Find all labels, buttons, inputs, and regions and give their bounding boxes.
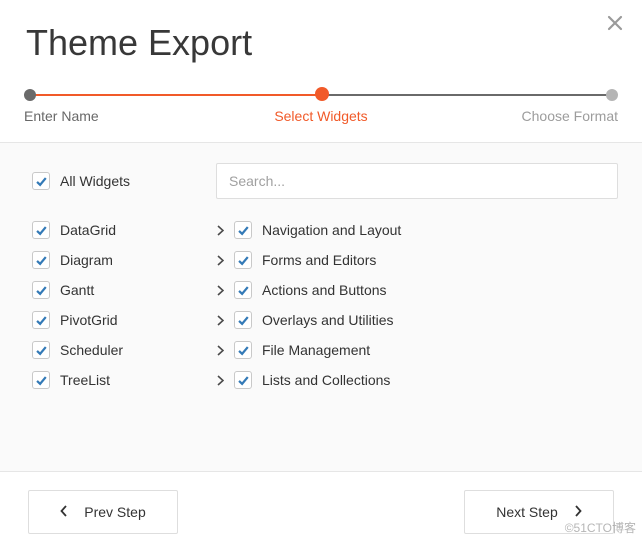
all-widgets-row: All Widgets (32, 163, 192, 199)
group-row: Overlays and Utilities (216, 305, 618, 335)
chevron-right-icon[interactable] (216, 375, 224, 386)
list-item: PivotGrid (32, 305, 192, 335)
step-label-enter-name[interactable]: Enter Name (24, 108, 99, 124)
checkbox-datagrid[interactable] (32, 221, 50, 239)
next-step-button[interactable]: Next Step (464, 490, 614, 534)
widget-label: Scheduler (60, 342, 123, 358)
checkbox-treelist[interactable] (32, 371, 50, 389)
widget-label: DataGrid (60, 222, 116, 238)
list-item: Gantt (32, 275, 192, 305)
footer: Prev Step Next Step (0, 472, 642, 534)
chevron-left-icon (60, 504, 68, 520)
checkbox-gantt[interactable] (32, 281, 50, 299)
stepper: Enter Name Select Widgets Choose Format (24, 86, 618, 134)
step-label-select-widgets[interactable]: Select Widgets (274, 108, 367, 124)
widget-label: Gantt (60, 282, 94, 298)
checkbox-navigation-and-layout[interactable] (234, 221, 252, 239)
close-icon[interactable] (606, 14, 624, 32)
step-node-choose-format[interactable] (606, 89, 618, 101)
all-widgets-label: All Widgets (60, 173, 130, 189)
dialog-title: Theme Export (0, 0, 642, 86)
list-item: TreeList (32, 365, 192, 395)
chevron-right-icon[interactable] (216, 225, 224, 236)
group-row: File Management (216, 335, 618, 365)
chevron-right-icon[interactable] (216, 255, 224, 266)
step-node-select-widgets[interactable] (315, 87, 329, 101)
theme-export-dialog: Theme Export Enter Name Select Widgets C… (0, 0, 642, 540)
left-column: All Widgets DataGrid Diagram Gantt Pivot… (32, 163, 192, 395)
checkbox-pivotgrid[interactable] (32, 311, 50, 329)
checkbox-lists-and-collections[interactable] (234, 371, 252, 389)
chevron-right-icon[interactable] (216, 285, 224, 296)
group-row: Lists and Collections (216, 365, 618, 395)
search-input[interactable] (216, 163, 618, 199)
group-label: Forms and Editors (262, 252, 376, 268)
checkbox-scheduler[interactable] (32, 341, 50, 359)
search-wrap (216, 163, 618, 199)
group-row: Actions and Buttons (216, 275, 618, 305)
step-label-choose-format[interactable]: Choose Format (522, 108, 618, 124)
prev-step-button[interactable]: Prev Step (28, 490, 178, 534)
chevron-right-icon (574, 504, 582, 520)
checkbox-forms-and-editors[interactable] (234, 251, 252, 269)
checkbox-overlays-and-utilities[interactable] (234, 311, 252, 329)
group-label: Actions and Buttons (262, 282, 387, 298)
group-label: Overlays and Utilities (262, 312, 394, 328)
checkbox-diagram[interactable] (32, 251, 50, 269)
widget-label: TreeList (60, 372, 110, 388)
checkbox-actions-and-buttons[interactable] (234, 281, 252, 299)
checkbox-file-management[interactable] (234, 341, 252, 359)
list-item: Diagram (32, 245, 192, 275)
group-row: Forms and Editors (216, 245, 618, 275)
group-label: File Management (262, 342, 370, 358)
body-panel: All Widgets DataGrid Diagram Gantt Pivot… (0, 142, 642, 472)
chevron-right-icon[interactable] (216, 345, 224, 356)
group-label: Navigation and Layout (262, 222, 401, 238)
group-label: Lists and Collections (262, 372, 390, 388)
chevron-right-icon[interactable] (216, 315, 224, 326)
list-item: Scheduler (32, 335, 192, 365)
group-row: Navigation and Layout (216, 215, 618, 245)
step-node-enter-name[interactable] (24, 89, 36, 101)
widget-label: Diagram (60, 252, 113, 268)
checkbox-all-widgets[interactable] (32, 172, 50, 190)
right-column: Navigation and Layout Forms and Editors … (216, 163, 618, 395)
widget-label: PivotGrid (60, 312, 118, 328)
list-item: DataGrid (32, 215, 192, 245)
step-track-done (27, 94, 321, 96)
prev-step-label: Prev Step (84, 504, 145, 520)
next-step-label: Next Step (496, 504, 557, 520)
